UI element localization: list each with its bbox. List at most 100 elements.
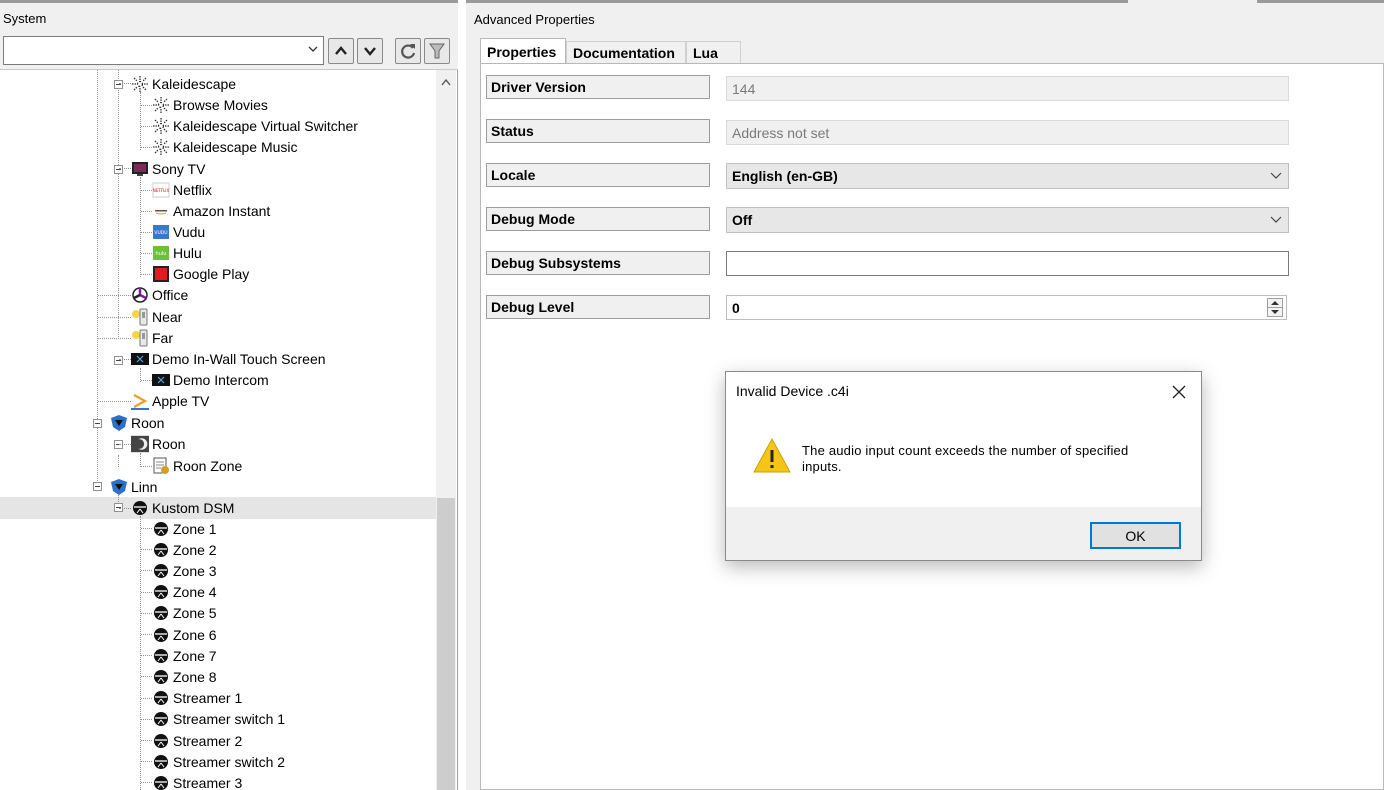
tab-documentation[interactable]: Documentation [566, 41, 686, 64]
debug-mode-dropdown[interactable]: Off [726, 207, 1289, 233]
system-tree[interactable]: Kaleidescape Browse Movies Kaleidescape … [0, 70, 436, 790]
linn-icon [152, 689, 170, 707]
tree-item-linn-child[interactable]: Zone 3 [152, 560, 217, 581]
hulu-icon: hulu [152, 244, 170, 262]
tree-item-kaleidescape[interactable]: Kaleidescape [131, 73, 236, 94]
tree-item-linn-child[interactable]: Zone 8 [152, 666, 217, 687]
netflix-icon: NETFLIX [152, 181, 170, 199]
tree-item-label: Kustom DSM [152, 499, 235, 516]
tree-item-linn-child[interactable]: Zone 7 [152, 645, 217, 666]
kaleidescape-icon [152, 96, 170, 114]
dialog-message-line: The audio input count exceeds the number… [802, 443, 1129, 458]
tree-scrollbar[interactable] [436, 70, 456, 790]
close-icon [1172, 385, 1186, 399]
tree-item-kustom-dsm[interactable]: Kustom DSM [131, 497, 234, 518]
system-header: System [0, 3, 458, 33]
refresh-button[interactable] [395, 38, 421, 64]
filter-icon [429, 43, 445, 59]
tree-item-linn-child[interactable]: Zone 2 [152, 539, 217, 560]
tree-item-linn-child[interactable]: Streamer 1 [152, 688, 242, 709]
tree-item-linn-child[interactable]: Zone 1 [152, 518, 217, 539]
tree-item-label: Office [152, 286, 189, 303]
tree-guide [141, 697, 152, 699]
system-search-combo[interactable] [3, 36, 324, 65]
tree-item-roon-agent[interactable]: Roon [110, 412, 164, 433]
tree-item-far[interactable]: Far [131, 327, 173, 348]
tree-item-demo-intercom[interactable]: Demo Intercom [152, 369, 269, 390]
tree-item-label: Demo Intercom [173, 371, 269, 388]
tree-expander[interactable] [93, 482, 102, 491]
tree-item-linn-child[interactable]: Streamer switch 2 [152, 751, 285, 772]
refresh-icon [401, 44, 416, 59]
tab-lua[interactable]: Lua [686, 41, 741, 64]
tree-item-google-play[interactable]: Google Play [152, 263, 249, 284]
tree-guide [141, 253, 152, 254]
tree-item-label: Zone 3 [173, 562, 217, 579]
tree-guide [141, 232, 152, 233]
debug-mode-value: Off [732, 212, 753, 228]
tree-item-browse-movies[interactable]: Browse Movies [152, 94, 268, 115]
debug-subsystems-input[interactable] [726, 251, 1289, 276]
tree-guide [119, 508, 131, 509]
tree-guide [141, 211, 152, 212]
locale-value: English (en-GB) [732, 168, 838, 184]
tree-item-amazon-instant[interactable]: Amazon Instant [152, 200, 270, 221]
tree-item-hulu[interactable]: hulu Hulu [152, 242, 202, 263]
svg-text:NETFLIX: NETFLIX [153, 188, 170, 193]
tree-guide [140, 516, 141, 790]
tree-expander[interactable] [114, 165, 123, 174]
tree-item-linn-agent[interactable]: Linn [110, 476, 157, 497]
scroll-up-icon[interactable] [441, 78, 451, 86]
tree-expander[interactable] [114, 356, 123, 365]
property-label-driver-version: Driver Version [486, 75, 710, 99]
tree-item-apple-tv[interactable]: Apple TV [131, 390, 209, 411]
tree-item-label: Streamer 2 [173, 732, 243, 749]
scrollbar-thumb[interactable] [437, 498, 455, 790]
light-switch-icon [131, 308, 149, 326]
tree-guide [140, 453, 141, 467]
dialog-close-button[interactable] [1165, 380, 1193, 404]
linn-icon [152, 562, 170, 580]
tree-item-linn-child[interactable]: Streamer 3 [152, 772, 242, 790]
filter-button[interactable] [424, 38, 450, 64]
tree-item-linn-child[interactable]: Zone 6 [152, 624, 217, 645]
tree-item-roon[interactable]: Roon [131, 433, 185, 454]
move-up-button[interactable] [328, 38, 354, 64]
tree-item-linn-child[interactable]: Zone 5 [152, 603, 217, 624]
agent-shield-icon [110, 478, 128, 496]
tree-item-roon-zone[interactable]: Roon Zone [152, 455, 242, 476]
tree-item-demo-in-wall-touch-screen[interactable]: Demo In-Wall Touch Screen [131, 348, 326, 369]
panel-top-border [1257, 0, 1384, 3]
tab-properties[interactable]: Properties [480, 38, 566, 65]
tree-item-label: Zone 6 [173, 626, 217, 643]
tree-guide [98, 295, 131, 296]
stepper-spin-buttons[interactable] [1267, 298, 1283, 317]
tree-item-linn-child[interactable]: Streamer switch 1 [152, 709, 285, 730]
tree-item-label: Zone 2 [173, 541, 217, 558]
tree-guide [141, 147, 152, 148]
tree-guide [119, 359, 131, 360]
tree-item-sony-tv[interactable]: Sony TV [131, 158, 205, 179]
tree-item-near[interactable]: Near [131, 306, 182, 327]
system-toolbar [0, 33, 458, 70]
tree-item-office[interactable]: Office [131, 284, 188, 305]
tree-item-kaleidescape-virtual-switcher[interactable]: Kaleidescape Virtual Switcher [152, 115, 358, 136]
tree-item-vudu[interactable]: VUDU Vudu [152, 221, 205, 242]
move-down-button[interactable] [357, 38, 383, 64]
tree-item-linn-child[interactable]: Zone 4 [152, 582, 217, 603]
tree-item-label: Kaleidescape Music [173, 138, 298, 155]
tree-expander[interactable] [93, 419, 102, 428]
tree-guide [141, 655, 152, 657]
tree-guide [141, 105, 152, 106]
stepper-up-icon[interactable] [1271, 301, 1279, 305]
tree-item-netflix[interactable]: NETFLIX Netflix [152, 179, 212, 200]
tree-item-linn-child[interactable]: Streamer 2 [152, 730, 242, 751]
tree-expander[interactable] [114, 80, 123, 89]
locale-dropdown[interactable]: English (en-GB) [726, 163, 1289, 189]
stepper-down-icon[interactable] [1271, 310, 1279, 314]
tree-item-kaleidescape-music[interactable]: Kaleidescape Music [152, 136, 298, 157]
ok-button[interactable]: OK [1090, 522, 1181, 549]
svg-text:hulu: hulu [156, 251, 167, 257]
tree-item-label: Roon [131, 414, 165, 431]
debug-level-stepper[interactable]: 0 [726, 295, 1287, 320]
